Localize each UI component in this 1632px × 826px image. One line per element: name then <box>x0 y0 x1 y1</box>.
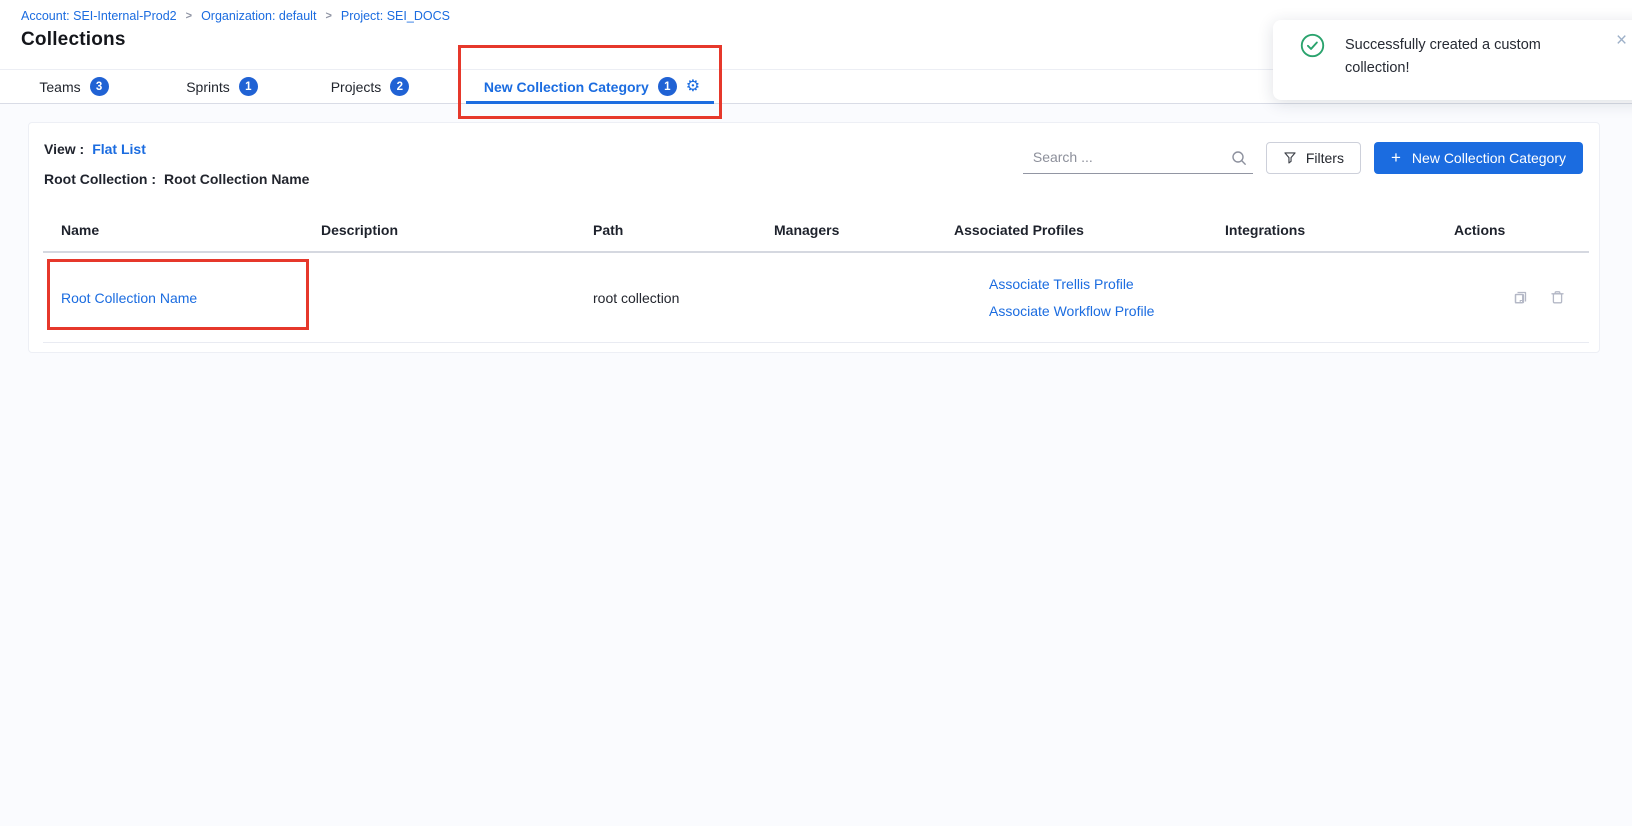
toast-message: Successfully created a custom collection… <box>1345 34 1600 80</box>
tab-label: Projects <box>331 79 382 95</box>
close-icon[interactable]: × <box>1616 30 1627 53</box>
root-collection-value: Root Collection Name <box>164 171 309 187</box>
associate-trellis-profile-link[interactable]: Associate Trellis Profile <box>989 276 1207 292</box>
plus-icon: + <box>1391 149 1401 166</box>
tab-label: Sprints <box>186 79 230 95</box>
filters-button-label: Filters <box>1306 150 1344 166</box>
collections-page: Account: SEI-Internal-Prod2 > Organizati… <box>0 0 1632 826</box>
cell-associated-profiles: Associate Trellis Profile Associate Work… <box>936 276 1207 319</box>
trash-icon[interactable] <box>1549 289 1566 306</box>
table-header-row: Name Description Path Managers Associate… <box>43 209 1589 253</box>
gear-icon[interactable]: ⚙ <box>686 79 700 95</box>
duplicate-icon[interactable] <box>1512 289 1529 306</box>
tab-label: New Collection Category <box>484 79 649 95</box>
view-meta: View : Flat List Root Collection : Root … <box>44 134 309 194</box>
chevron-right-icon: > <box>186 10 192 22</box>
collections-table: Name Description Path Managers Associate… <box>43 209 1589 343</box>
new-collection-category-button[interactable]: + New Collection Category <box>1374 142 1583 174</box>
page-title: Collections <box>21 29 126 51</box>
column-header-integrations: Integrations <box>1207 222 1436 238</box>
filters-button[interactable]: Filters <box>1266 142 1361 174</box>
success-toast: Successfully created a custom collection… <box>1273 20 1632 100</box>
check-circle-icon <box>1300 33 1325 63</box>
count-badge: 3 <box>90 77 109 96</box>
filter-funnel-icon <box>1283 151 1297 165</box>
tab-teams[interactable]: Teams 3 <box>0 70 148 103</box>
view-label: View : <box>44 141 84 157</box>
view-flat-list-link[interactable]: Flat List <box>92 141 146 157</box>
breadcrumb-project-link[interactable]: Project: SEI_DOCS <box>341 9 450 23</box>
column-header-description: Description <box>303 222 575 238</box>
new-collection-category-button-label: New Collection Category <box>1412 150 1566 166</box>
count-badge: 1 <box>239 77 258 96</box>
collection-name-link[interactable]: Root Collection Name <box>61 290 197 306</box>
column-header-managers: Managers <box>756 222 936 238</box>
chevron-right-icon: > <box>325 10 331 22</box>
cell-name: Root Collection Name <box>43 290 303 306</box>
search-input[interactable] <box>1023 149 1231 167</box>
count-badge: 2 <box>390 77 409 96</box>
tab-projects[interactable]: Projects 2 <box>296 70 444 103</box>
root-collection-label: Root Collection : <box>44 171 156 187</box>
breadcrumb-organization-link[interactable]: Organization: default <box>201 9 316 23</box>
cell-actions <box>1436 289 1589 306</box>
tab-new-collection-category[interactable]: New Collection Category 1 ⚙ <box>444 70 740 103</box>
column-header-actions: Actions <box>1436 222 1589 238</box>
breadcrumb: Account: SEI-Internal-Prod2 > Organizati… <box>21 9 450 23</box>
active-tab-underline <box>466 101 714 104</box>
collections-card: View : Flat List Root Collection : Root … <box>28 122 1600 353</box>
table-row: Root Collection Name root collection Ass… <box>43 253 1589 343</box>
tab-label: Teams <box>39 79 80 95</box>
search-icon[interactable] <box>1231 150 1247 166</box>
column-header-path: Path <box>575 222 756 238</box>
cell-path: root collection <box>575 290 756 306</box>
column-header-name: Name <box>43 222 303 238</box>
column-header-associated-profiles: Associated Profiles <box>936 222 1207 238</box>
search-box[interactable] <box>1023 143 1253 174</box>
tab-sprints[interactable]: Sprints 1 <box>148 70 296 103</box>
toolbar: Filters + New Collection Category <box>1023 142 1583 174</box>
breadcrumb-account-link[interactable]: Account: SEI-Internal-Prod2 <box>21 9 177 23</box>
count-badge: 1 <box>658 77 677 96</box>
associate-workflow-profile-link[interactable]: Associate Workflow Profile <box>989 303 1207 319</box>
